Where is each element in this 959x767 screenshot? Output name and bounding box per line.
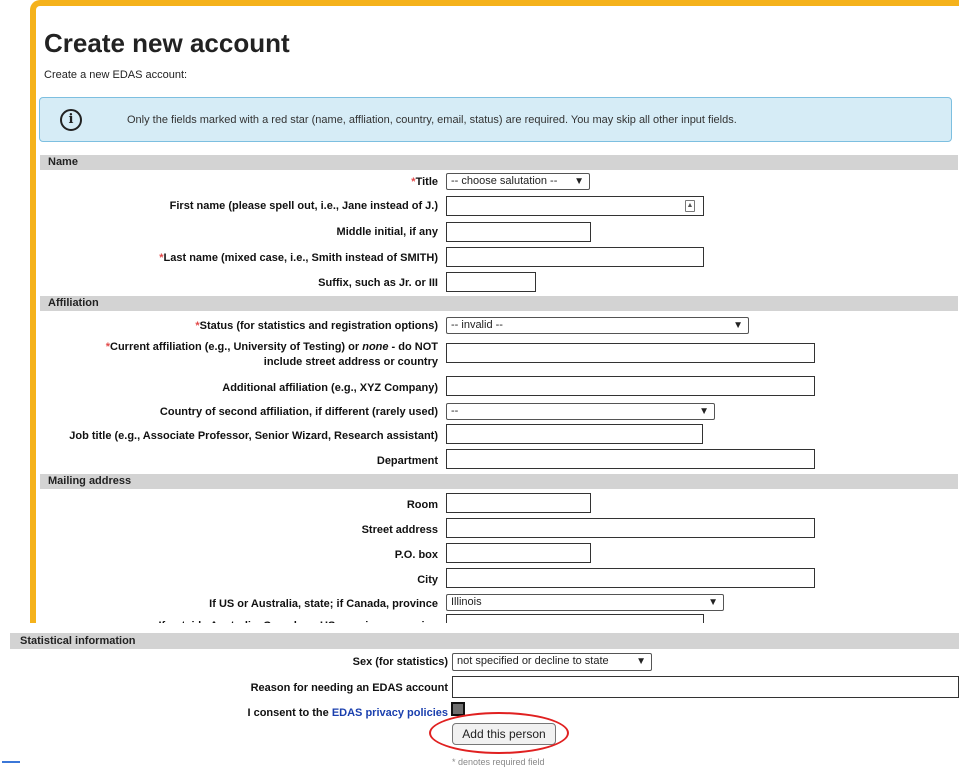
- first-name-label: First name (please spell out, i.e., Jane…: [169, 200, 438, 212]
- status-select[interactable]: -- invalid -- ▼: [446, 317, 749, 334]
- sex-select[interactable]: not specified or decline to state ▼: [452, 653, 652, 671]
- alert-message: Only the fields marked with a red star (…: [127, 114, 737, 126]
- contact-card-icon: ▲: [685, 200, 695, 212]
- department-label: Department: [376, 455, 438, 467]
- additional-affiliation-input[interactable]: [446, 376, 815, 396]
- street-input[interactable]: [446, 518, 815, 538]
- info-icon: i: [60, 109, 82, 131]
- reason-input[interactable]: [452, 676, 959, 698]
- additional-affiliation-label: Additional affiliation (e.g., XYZ Compan…: [222, 382, 438, 394]
- country2-label: Country of second affiliation, if differ…: [159, 406, 438, 418]
- suffix-input[interactable]: [446, 272, 536, 292]
- state-label: If US or Australia, state; if Canada, pr…: [209, 598, 438, 610]
- last-name-input[interactable]: [446, 247, 704, 267]
- last-name-label: *Last name (mixed case, i.e., Smith inst…: [159, 252, 438, 264]
- section-mailing: Mailing address: [40, 474, 958, 489]
- pobox-input[interactable]: [446, 543, 591, 563]
- street-label: Street address: [361, 524, 438, 536]
- highlight-annotation: [429, 712, 569, 754]
- suffix-label: Suffix, such as Jr. or III: [318, 277, 438, 289]
- first-name-input[interactable]: ▲: [446, 196, 704, 216]
- required-footnote: * denotes required field: [452, 757, 545, 767]
- section-statistical: Statistical information: [10, 633, 959, 649]
- reason-label: Reason for needing an EDAS account: [250, 682, 448, 694]
- job-title-input[interactable]: [446, 424, 703, 444]
- info-alert: i Only the fields marked with a red star…: [39, 97, 952, 142]
- room-label: Room: [406, 499, 438, 511]
- city-label: City: [417, 574, 438, 586]
- city-input[interactable]: [446, 568, 815, 588]
- room-input[interactable]: [446, 493, 591, 513]
- title-select[interactable]: -- choose salutation -- ▼: [446, 173, 590, 190]
- job-title-label: Job title (e.g., Associate Professor, Se…: [69, 430, 438, 442]
- department-input[interactable]: [446, 449, 815, 469]
- page-title: Create new account: [44, 28, 290, 58]
- current-affiliation-label: *Current affiliation (e.g., University o…: [105, 341, 438, 368]
- page-subtitle: Create a new EDAS account:: [44, 69, 188, 81]
- privacy-policy-link[interactable]: EDAS privacy policies: [332, 707, 448, 719]
- form-card: Create new account Create a new EDAS acc…: [30, 0, 959, 629]
- section-name: Name: [40, 155, 958, 170]
- statistical-panel: Statistical information Sex (for statist…: [0, 623, 959, 767]
- section-affiliation: Affiliation: [40, 296, 958, 311]
- consent-label: I consent to the EDAS privacy policies: [247, 707, 448, 719]
- current-affiliation-input[interactable]: [446, 343, 815, 363]
- status-label: *Status (for statistics and registration…: [195, 320, 438, 332]
- middle-initial-input[interactable]: [446, 222, 591, 242]
- pobox-label: P.O. box: [394, 549, 438, 561]
- state-select[interactable]: Illinois ▼: [446, 594, 724, 611]
- title-label: *Title: [411, 176, 438, 188]
- middle-initial-label: Middle initial, if any: [336, 226, 438, 238]
- country2-select[interactable]: -- ▼: [446, 403, 715, 420]
- sex-label: Sex (for statistics): [352, 656, 448, 668]
